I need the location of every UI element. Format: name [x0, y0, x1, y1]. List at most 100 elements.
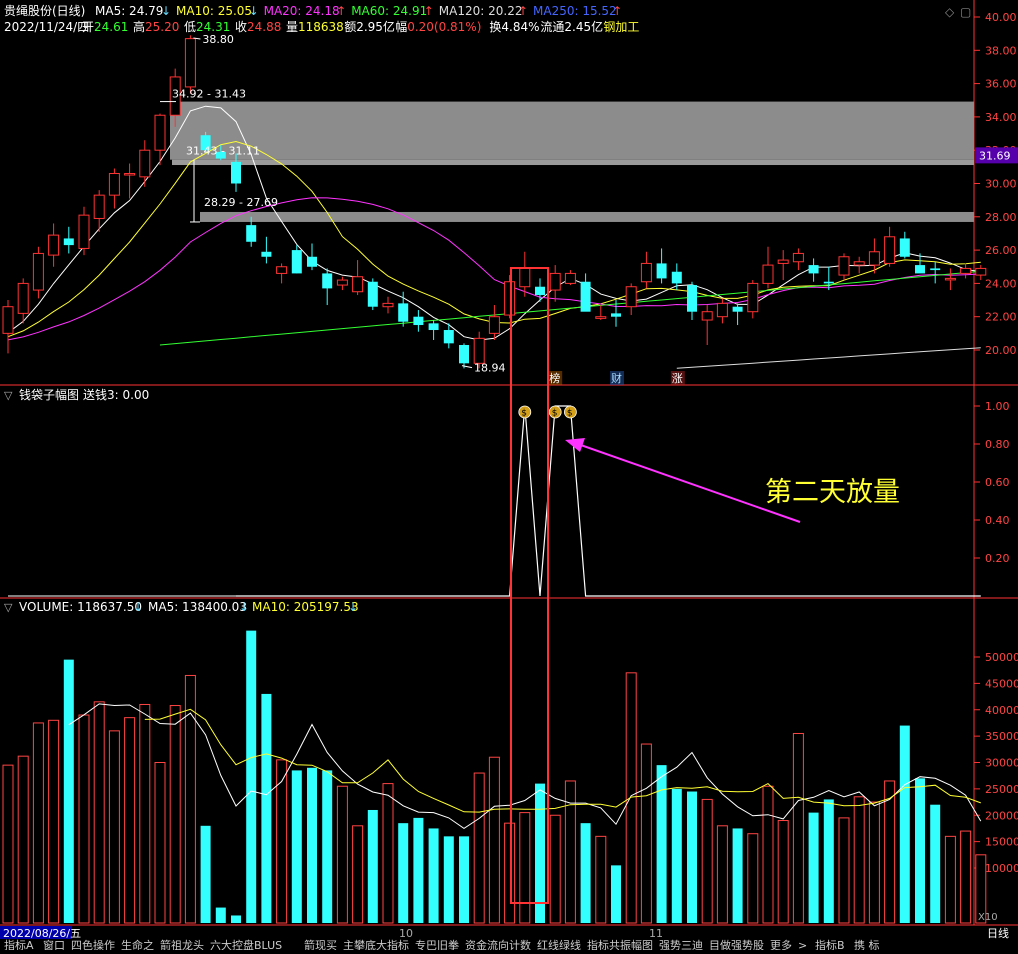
indicator-header: ▽ 钱袋子幅图 送钱3: 0.00 — [4, 387, 149, 402]
volume-tick-label-5: 25000 — [985, 783, 1018, 796]
volume-bar — [336, 785, 348, 924]
volume-bar — [443, 836, 454, 923]
volume-title-arrow: ↓ — [133, 600, 143, 614]
money-bag-icon: $ — [548, 405, 562, 419]
quote-label-3: 收 — [235, 20, 247, 34]
volume-axis: 50000 45000 40000 35000 30000 25000 20000 15000… — [974, 651, 1018, 875]
indicator-tick-label-4: 0.20 — [985, 552, 1010, 565]
indicator-toggle-icon[interactable]: ▽ — [4, 389, 13, 402]
bottom-tab-10[interactable]: 红线绿线 — [537, 938, 581, 952]
quote-label-2: 低 — [184, 20, 196, 34]
quote-value-7: 4.84% — [501, 20, 539, 34]
bottom-tab-12[interactable]: 强势三迪 — [659, 939, 703, 952]
bottom-tab-17[interactable]: 携 标 — [854, 938, 880, 952]
bottom-tab-7[interactable]: 主攀底大指标 — [343, 938, 409, 952]
candle — [32, 246, 44, 299]
zone-2 — [172, 159, 974, 166]
candle — [838, 253, 850, 281]
volume-ma5: MA5: 138400.03 — [148, 600, 247, 614]
volume-ma-lines — [68, 703, 982, 830]
bottom-tab-5[interactable]: 六大控盘BLUS — [210, 938, 282, 952]
volume-bar — [78, 714, 90, 924]
quote-value-8: 2.45亿 — [564, 19, 603, 34]
candle — [504, 275, 516, 319]
bottom-tab-2[interactable]: 四色操作 — [71, 938, 115, 952]
svg-text:$: $ — [567, 409, 573, 419]
price-tick-label-7: 26.00 — [985, 244, 1017, 257]
volume-bar — [687, 791, 697, 923]
event-marker-1[interactable]: 财 — [611, 371, 622, 385]
bottom-tab-15[interactable]: > — [798, 939, 807, 952]
candle — [792, 248, 804, 271]
volume-bar — [17, 755, 29, 924]
volume-toggle-icon[interactable]: ▽ — [4, 601, 13, 614]
bottom-tab-6[interactable]: 箭现买 — [304, 938, 337, 952]
volume-bar — [398, 823, 409, 923]
quote-label-4: 量 — [286, 20, 298, 34]
volume-bar — [716, 825, 728, 924]
bottom-tab-11[interactable]: 指标共振幅图 — [587, 938, 653, 952]
volume-bar — [930, 804, 941, 923]
volume-bar — [367, 809, 378, 923]
volume-bar — [413, 817, 424, 923]
quote-value-3: 24.88 — [247, 20, 281, 34]
volume-bar — [671, 788, 682, 923]
ma-legend-2: MA20: 24.18 — [264, 4, 340, 18]
ma-legend-3: MA60: 24.91 — [351, 4, 427, 18]
price-tick-label-2: 36.00 — [985, 78, 1017, 91]
candle — [428, 320, 439, 341]
candle — [63, 226, 74, 254]
ma-legend-arrow-1: ↓ — [249, 4, 259, 18]
volume-bar — [261, 693, 272, 923]
quote-label-1: 高 — [133, 19, 145, 34]
candle — [261, 236, 272, 264]
price-tick-label-8: 24.00 — [985, 277, 1017, 290]
indicator-tick-label-0: 1.00 — [985, 400, 1010, 413]
bottom-tab-3[interactable]: 生命之 — [121, 938, 154, 952]
event-marker-0[interactable]: 榜 — [549, 371, 560, 385]
bottom-tab-16[interactable]: 指标B — [815, 938, 845, 952]
bottom-tab-8[interactable]: 专巴旧拳 — [415, 938, 459, 952]
volume-bar — [63, 659, 74, 923]
money-bag-icon: $ — [564, 405, 577, 419]
volume-bar — [200, 825, 211, 923]
high-price-label: 38.80 — [202, 33, 234, 46]
candle — [459, 343, 469, 369]
volume-bar — [701, 798, 713, 924]
candle — [336, 276, 348, 291]
candle — [307, 243, 317, 271]
ma-legend-5: MA250: 15.52 — [533, 4, 617, 18]
bottom-tab-4[interactable]: 箭祖龙头 — [160, 938, 204, 952]
volume-bar — [519, 812, 531, 924]
volume-bar — [777, 820, 789, 924]
volume-tick-label-7: 15000 — [985, 836, 1018, 849]
settings-icon[interactable]: ◇ — [945, 5, 955, 19]
quote-value-9: 钢加工 — [603, 20, 639, 34]
close-icon[interactable]: ▢ — [960, 5, 971, 19]
volume-bar — [169, 705, 181, 924]
event-marker-2[interactable]: 涨 — [672, 372, 683, 385]
period-label[interactable]: 日线 — [987, 926, 1009, 940]
volume-bar — [322, 770, 333, 923]
volume-ma5-arrow: ↓ — [239, 600, 249, 614]
volume-tick-label-3: 35000 — [985, 730, 1018, 743]
volume-bar — [868, 801, 880, 924]
bottom-tab-14[interactable]: 更多 — [770, 938, 792, 952]
volume-tick-label-4: 30000 — [985, 757, 1018, 770]
candle — [580, 273, 591, 312]
zone-3 — [200, 211, 974, 222]
bottom-tab-9[interactable]: 资金流向计数 — [465, 938, 531, 952]
volume-bar — [640, 743, 652, 924]
bottom-tab-13[interactable]: 目做强势股 — [709, 938, 764, 952]
indicator-tick-label-2: 0.60 — [985, 476, 1010, 489]
date-line: 2022/11/24/四 — [4, 20, 89, 34]
bottom-tab-1[interactable]: 窗口 — [43, 938, 65, 952]
candle — [762, 246, 774, 289]
candle — [2, 300, 14, 354]
volume-bar — [792, 732, 804, 924]
volume-bar — [747, 833, 759, 924]
stock-name[interactable]: 贵绳股份(日线) — [4, 4, 85, 18]
volume-title: VOLUME: 118637.50 — [19, 600, 142, 614]
volume-bar — [611, 865, 621, 923]
bottom-tab-0[interactable]: 指标A — [4, 938, 34, 952]
